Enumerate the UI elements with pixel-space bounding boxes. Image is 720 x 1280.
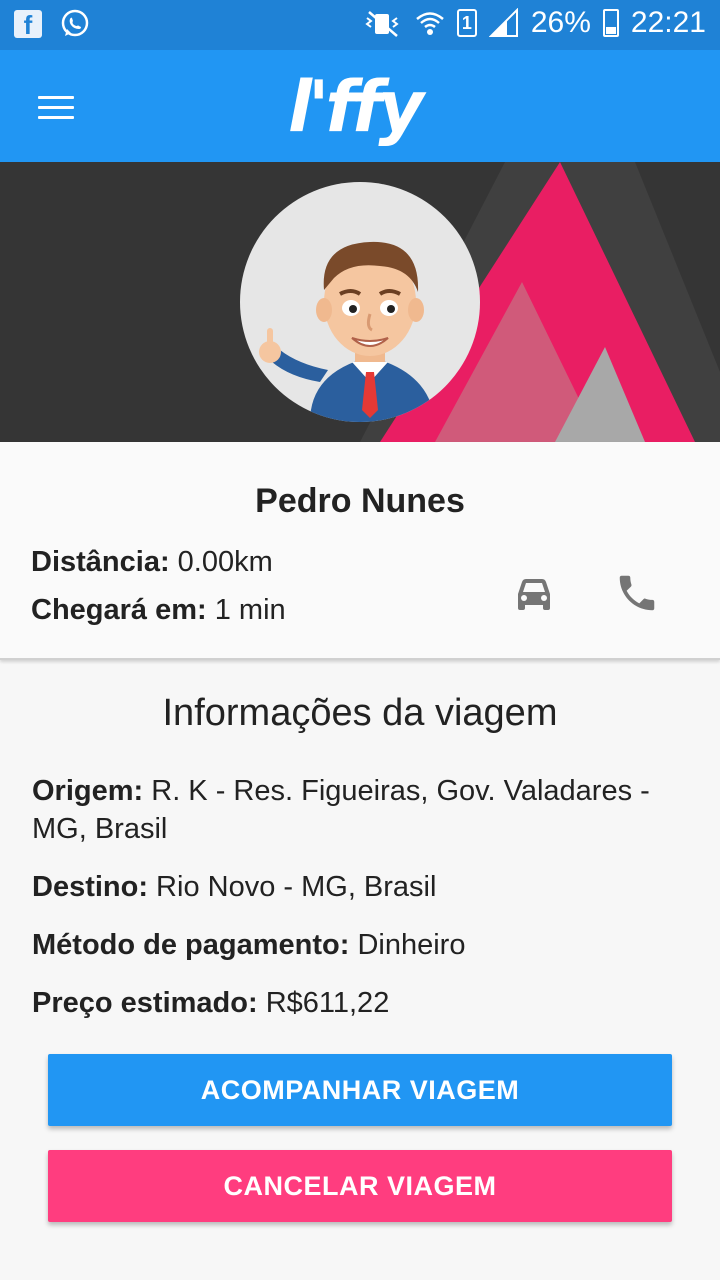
facebook-icon: f [14,10,42,40]
distance-label: Distância: [31,546,170,578]
estimated-price-value: R$611,22 [257,987,390,1019]
app-toolbar: l'ffy [0,50,720,162]
wifi-icon [415,8,445,38]
origin-label: Origem: [32,775,144,807]
payment-method-value: Dinheiro [349,929,466,961]
distance-value: 0.00km [169,546,273,578]
payment-method-row: Método de pagamento: Dinheiro [32,926,692,964]
cancel-trip-button[interactable]: CANCELAR VIAGEM [48,1150,672,1222]
sim-icon: 1 [456,9,477,37]
clock: 22:21 [630,6,706,39]
hamburger-menu-icon[interactable] [38,96,74,120]
driver-name: Pedro Nunes [255,482,465,520]
signal-icon [488,8,519,38]
payment-method-label: Método de pagamento: [32,929,350,961]
car-icon[interactable] [512,572,556,616]
status-bar: f 1 26% 22:21 [0,0,720,50]
trip-info-title: Informações da viagem [162,692,558,734]
destination-label: Destino: [32,871,148,903]
driver-banner [0,162,720,442]
eta-row: Chegará em: 1 min [31,594,286,627]
eta-label: Chegará em: [31,594,207,626]
whatsapp-icon [60,9,90,39]
estimated-price-row: Preço estimado: R$611,22 [32,984,692,1022]
origin-row: Origem: R. K - Res. Figueiras, Gov. Vala… [32,772,692,848]
battery-percent: 26% [530,6,591,39]
mute-vibrate-icon [363,8,403,38]
app-logo: l'ffy [288,66,424,148]
driver-info-card: Pedro Nunes Distância: 0.00km Chegará em… [0,442,720,660]
phone-icon[interactable] [614,570,660,616]
distance-row: Distância: 0.00km [31,546,273,579]
battery-icon [602,9,619,37]
eta-value: 1 min [206,594,286,626]
destination-value: Rio Novo - MG, Brasil [148,871,437,903]
estimated-price-label: Preço estimado: [32,987,258,1019]
destination-row: Destino: Rio Novo - MG, Brasil [32,868,692,906]
driver-avatar [240,182,480,422]
follow-trip-button[interactable]: ACOMPANHAR VIAGEM [48,1054,672,1126]
